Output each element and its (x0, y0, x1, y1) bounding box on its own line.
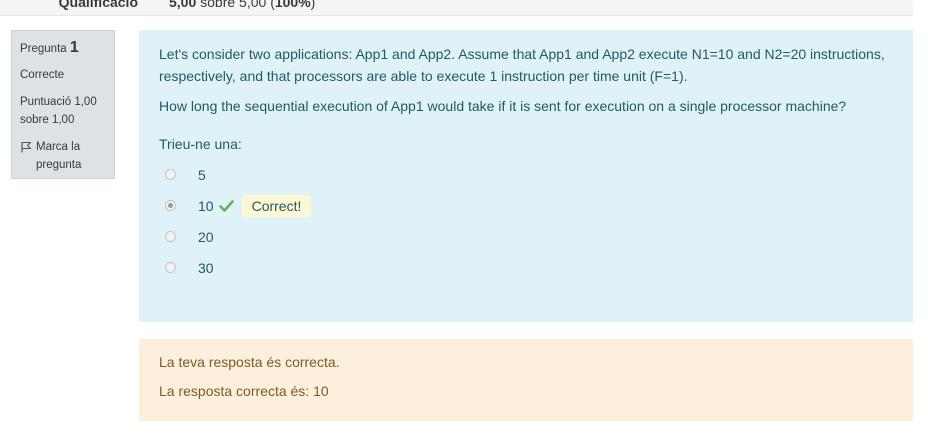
answer-radio-1[interactable] (165, 169, 176, 180)
flag-icon (20, 138, 36, 159)
flag-question-link[interactable]: Marca la pregunta (20, 138, 106, 174)
grade-score: 5,00 (169, 0, 197, 10)
answer-prompt: Trieu-ne una: (159, 136, 242, 152)
answer-radio-2[interactable] (165, 200, 176, 211)
answer-option-3[interactable]: 20 (159, 221, 893, 252)
answer-label-1: 5 (198, 166, 206, 183)
grade-summary-value: 5,00 sobre 5,00 (100%) (169, 0, 315, 10)
answer-option-4[interactable]: 30 (159, 252, 893, 283)
correct-badge: Correct! (241, 194, 312, 217)
feedback-line-2: La resposta correcta és: 10 (159, 383, 329, 399)
answer-radio-4[interactable] (165, 262, 176, 273)
answer-options: 5 10 Correct! 20 30 (159, 159, 893, 283)
feedback-line-1: La teva resposta és correcta. (159, 354, 340, 370)
grade-percent: 100% (274, 0, 311, 10)
grade-summary-row: Qualificació 5,00 sobre 5,00 (100%) (0, 0, 913, 16)
question-feedback: La teva resposta és correcta. La respost… (139, 339, 913, 421)
question-grade: Puntuació 1,00 sobre 1,00 (20, 96, 97, 126)
question-text-2: How long the sequential execution of App… (159, 98, 847, 114)
question-number-line: Pregunta 1 (20, 39, 106, 58)
grade-out-of: sobre 5,00 ( (196, 0, 275, 10)
grade-suffix: ) (310, 0, 316, 10)
question-text-1: Let's consider two applications: App1 an… (159, 46, 885, 84)
question-label: Pregunta (20, 43, 67, 55)
answer-option-2[interactable]: 10 Correct! (159, 190, 893, 221)
question-formulation: Let's consider two applications: App1 an… (139, 30, 913, 322)
grade-summary-label: Qualificació (58, 0, 138, 10)
question-state: Correcte (20, 69, 65, 81)
answer-label-3: 20 (198, 228, 214, 245)
answer-radio-3[interactable] (165, 231, 176, 242)
answer-option-1[interactable]: 5 (159, 159, 893, 190)
question-number: 1 (69, 39, 79, 56)
flag-question-label: Marca la pregunta (36, 141, 82, 171)
check-icon (218, 199, 234, 212)
answer-label-2: 10 (198, 197, 214, 214)
answer-label-4: 30 (198, 259, 214, 276)
question-info-box: Pregunta 1 Correcte Puntuació 1,00 sobre… (11, 30, 115, 179)
